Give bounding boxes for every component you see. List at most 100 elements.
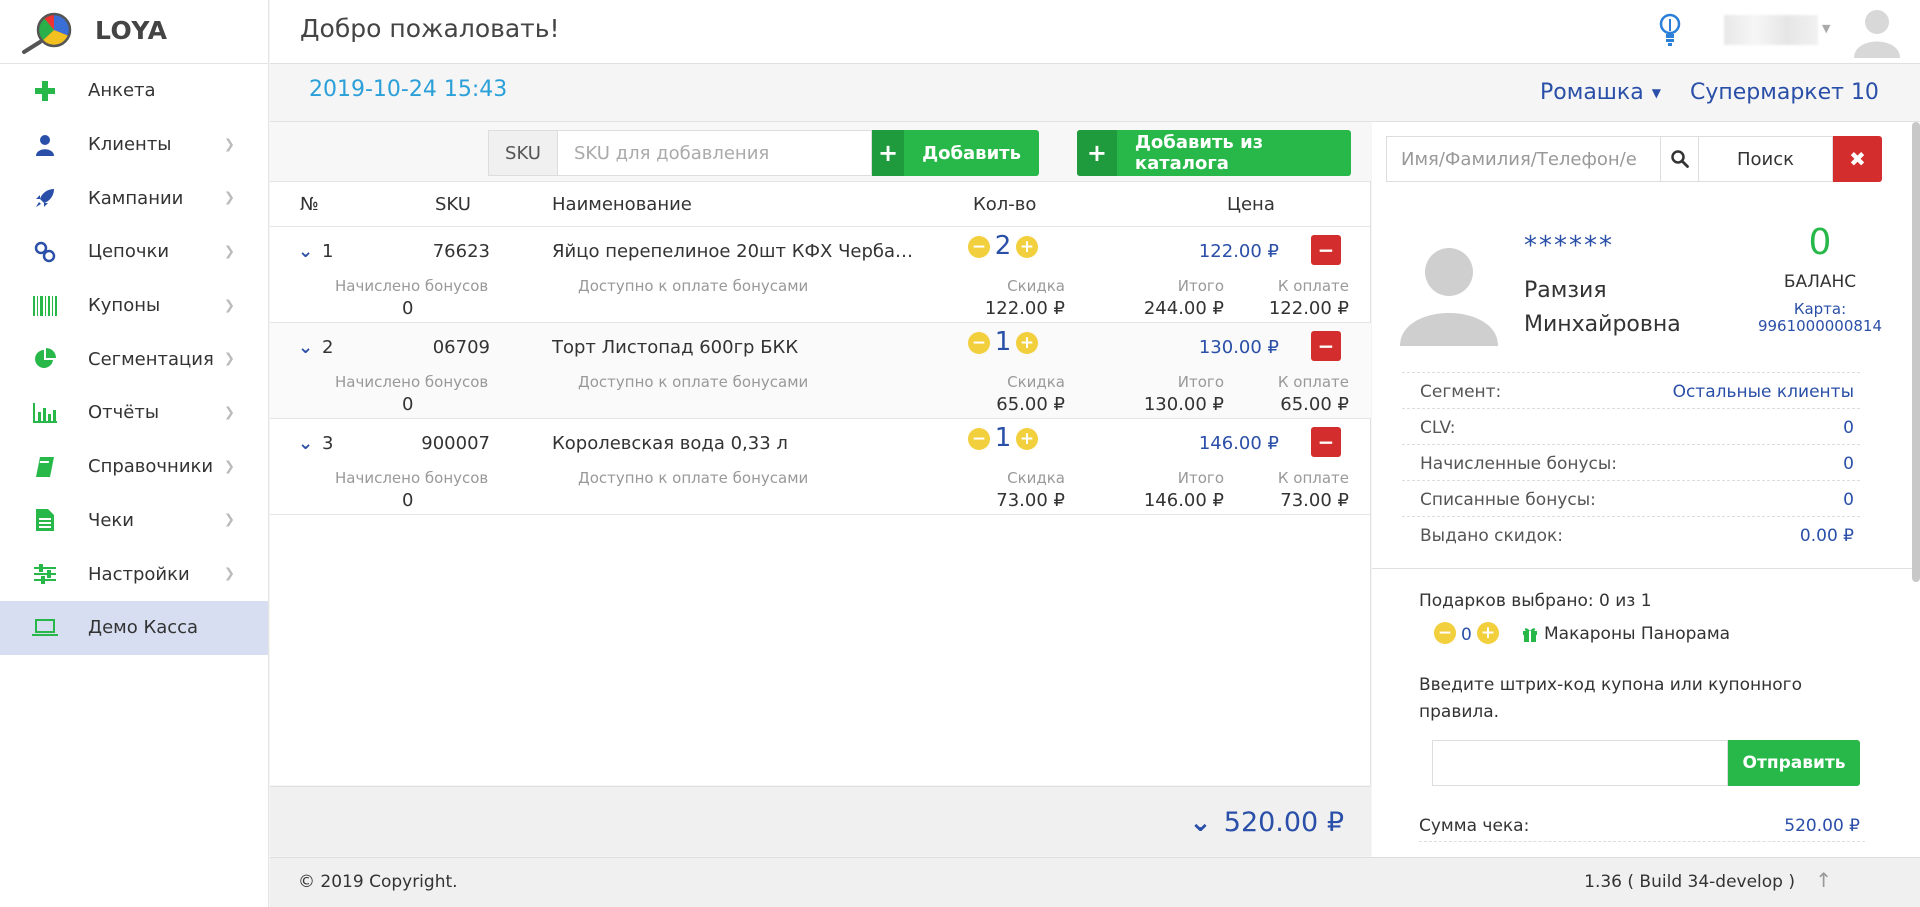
user-menu-blurred[interactable] — [1724, 15, 1818, 45]
sidebar-item-clients[interactable]: Клиенты ❯ — [0, 118, 268, 172]
sidebar-item-receipts[interactable]: Чеки ❯ — [0, 494, 268, 548]
total-value: 244.00 ₽ — [1143, 298, 1224, 319]
chevron-right-icon: ❯ — [224, 566, 235, 582]
clear-button[interactable]: ✖ — [1833, 136, 1882, 182]
bar-chart-icon — [32, 400, 58, 426]
caret-down-icon[interactable]: ▼ — [1822, 22, 1830, 35]
sidebar-item-chains[interactable]: Цепочки ❯ — [0, 225, 268, 279]
sidebar-item-campaigns[interactable]: Кампании ❯ — [0, 171, 268, 225]
stat-value[interactable]: Остальные клиенты — [1673, 382, 1854, 402]
chevron-right-icon: ❯ — [224, 190, 235, 206]
card-label: Карта: — [1793, 300, 1847, 318]
sku-addon: SKU — [488, 130, 558, 176]
qty-minus-button[interactable]: − — [968, 236, 990, 258]
sidebar-item-directories[interactable]: Справочники ❯ — [0, 440, 268, 494]
bonus-label: Начислено бонусов — [335, 277, 489, 295]
add-button-label: Добавить — [922, 142, 1021, 164]
send-button[interactable]: Отправить — [1728, 740, 1860, 786]
qty-plus-button[interactable]: + — [1016, 236, 1038, 258]
bonus-value: 0 — [402, 490, 414, 511]
stat-row: Начисленные бонусы: 0 — [1402, 444, 1860, 480]
receipt-sum-label: Сумма чека: — [1419, 816, 1530, 836]
sidebar-item-segmentation[interactable]: Сегментация ❯ — [0, 332, 268, 386]
cart-panel: SKU + Добавить + Добавить из каталога № … — [270, 122, 1371, 856]
qty-plus-button[interactable]: + — [1016, 332, 1038, 354]
qty-plus-button[interactable]: + — [1016, 428, 1038, 450]
shop-name[interactable]: Супермаркет 10 — [1690, 80, 1879, 105]
sidebar-item-label: Цепочки — [88, 241, 170, 263]
row-num: 2 — [322, 337, 334, 358]
row-name: Королевская вода 0,33 л — [552, 433, 788, 454]
divider — [1372, 568, 1912, 569]
sidebar: Анкета Клиенты ❯ Кампании ❯ Цепочки ❯ Ку… — [0, 64, 269, 907]
sidebar-item-demo-kassa[interactable]: Демо Касса — [0, 600, 268, 655]
col-qty: Кол-во — [973, 194, 1037, 215]
discount-label: Скидка — [1007, 373, 1065, 391]
client-search: Поиск ✖ — [1386, 136, 1882, 182]
sidebar-item-coupons[interactable]: Купоны ❯ — [0, 279, 268, 333]
cart-toolbar: SKU + Добавить + Добавить из каталога — [270, 122, 1371, 182]
client-avatar — [1391, 231, 1507, 347]
chevron-right-icon: ❯ — [224, 512, 235, 528]
gift-plus-button[interactable]: + — [1477, 622, 1499, 644]
store-dropdown[interactable]: Ромашка ▼ — [1540, 80, 1661, 105]
page-title: Добро пожаловать! — [300, 14, 560, 43]
barcode-icon — [32, 293, 58, 319]
client-search-input[interactable] — [1386, 136, 1661, 182]
sku-input[interactable] — [557, 130, 872, 176]
arrow-up-icon[interactable]: ↑ — [1815, 868, 1832, 892]
coupon-input[interactable] — [1432, 740, 1728, 786]
sidebar-item-reports[interactable]: Отчёты ❯ — [0, 386, 268, 440]
remove-row-button[interactable]: − — [1311, 331, 1341, 361]
pie-icon — [32, 346, 58, 372]
plus-icon — [32, 78, 58, 104]
sidebar-item-label: Анкета — [88, 80, 156, 102]
pay-bonus-label: Доступно к оплате бонусами — [578, 469, 809, 487]
add-from-catalog-button[interactable]: + Добавить из каталога — [1077, 130, 1351, 176]
top-header: Добро пожаловать! ▼ — [270, 0, 1920, 64]
receipt-sum-value: 520.00 ₽ — [1784, 816, 1860, 836]
bonus-value: 0 — [402, 394, 414, 415]
app-logo[interactable]: LOYA — [0, 0, 269, 64]
chevron-down-icon[interactable]: ⌄ — [298, 337, 313, 358]
discount-label: Скидка — [1007, 277, 1065, 295]
stat-row: CLV: 0 — [1402, 408, 1860, 444]
version: 1.36 ( Build 34-develop ) — [1584, 872, 1795, 892]
scrollbar[interactable] — [1912, 122, 1920, 582]
gift-minus-button[interactable]: − — [1434, 622, 1456, 644]
balance-label: БАЛАНС — [1783, 272, 1857, 292]
row-name: Торт Листопад 600гр БКК — [552, 337, 799, 358]
sidebar-item-settings[interactable]: Настройки ❯ — [0, 547, 268, 601]
remove-row-button[interactable]: − — [1311, 427, 1341, 457]
lightbulb-icon[interactable] — [1658, 12, 1682, 48]
row-sku: 76623 — [432, 241, 490, 262]
row-qty: 1 — [994, 327, 1012, 357]
sidebar-item-anketa[interactable]: Анкета — [0, 64, 268, 118]
to-pay-value: 73.00 ₽ — [1280, 490, 1349, 511]
qty-minus-button[interactable]: − — [968, 332, 990, 354]
chevron-down-icon[interactable]: ⌄ — [298, 241, 313, 262]
footer: © 2019 Copyright. 1.36 ( Build 34-develo… — [270, 857, 1920, 907]
card-number[interactable]: 9961000000814 — [1748, 317, 1892, 335]
avatar[interactable] — [1852, 6, 1902, 58]
user-icon — [32, 132, 58, 158]
remove-row-button[interactable]: − — [1311, 235, 1341, 265]
row-qty: 1 — [994, 423, 1012, 453]
sidebar-item-label: Клиенты — [88, 134, 172, 156]
chain-icon — [32, 239, 58, 265]
client-masked-id: ****** — [1524, 231, 1614, 261]
total-bar: ⌄ 520.00 ₽ — [270, 786, 1371, 856]
add-button[interactable]: + Добавить — [872, 130, 1039, 176]
search-icon[interactable] — [1661, 136, 1699, 182]
search-button[interactable]: Поиск — [1699, 136, 1833, 182]
gift-icon — [1523, 628, 1537, 642]
total-label: Итого — [1177, 373, 1224, 391]
chevron-right-icon: ❯ — [224, 405, 235, 421]
chevron-down-icon[interactable]: ⌄ — [298, 433, 313, 454]
row-num: 3 — [322, 433, 334, 454]
grand-total[interactable]: ⌄ 520.00 ₽ — [1189, 807, 1344, 838]
sidebar-item-label: Кампании — [88, 187, 184, 209]
coupon-prompt: Введите штрих-код купона или купонного п… — [1419, 675, 1802, 722]
qty-minus-button[interactable]: − — [968, 428, 990, 450]
document-icon — [32, 507, 58, 533]
